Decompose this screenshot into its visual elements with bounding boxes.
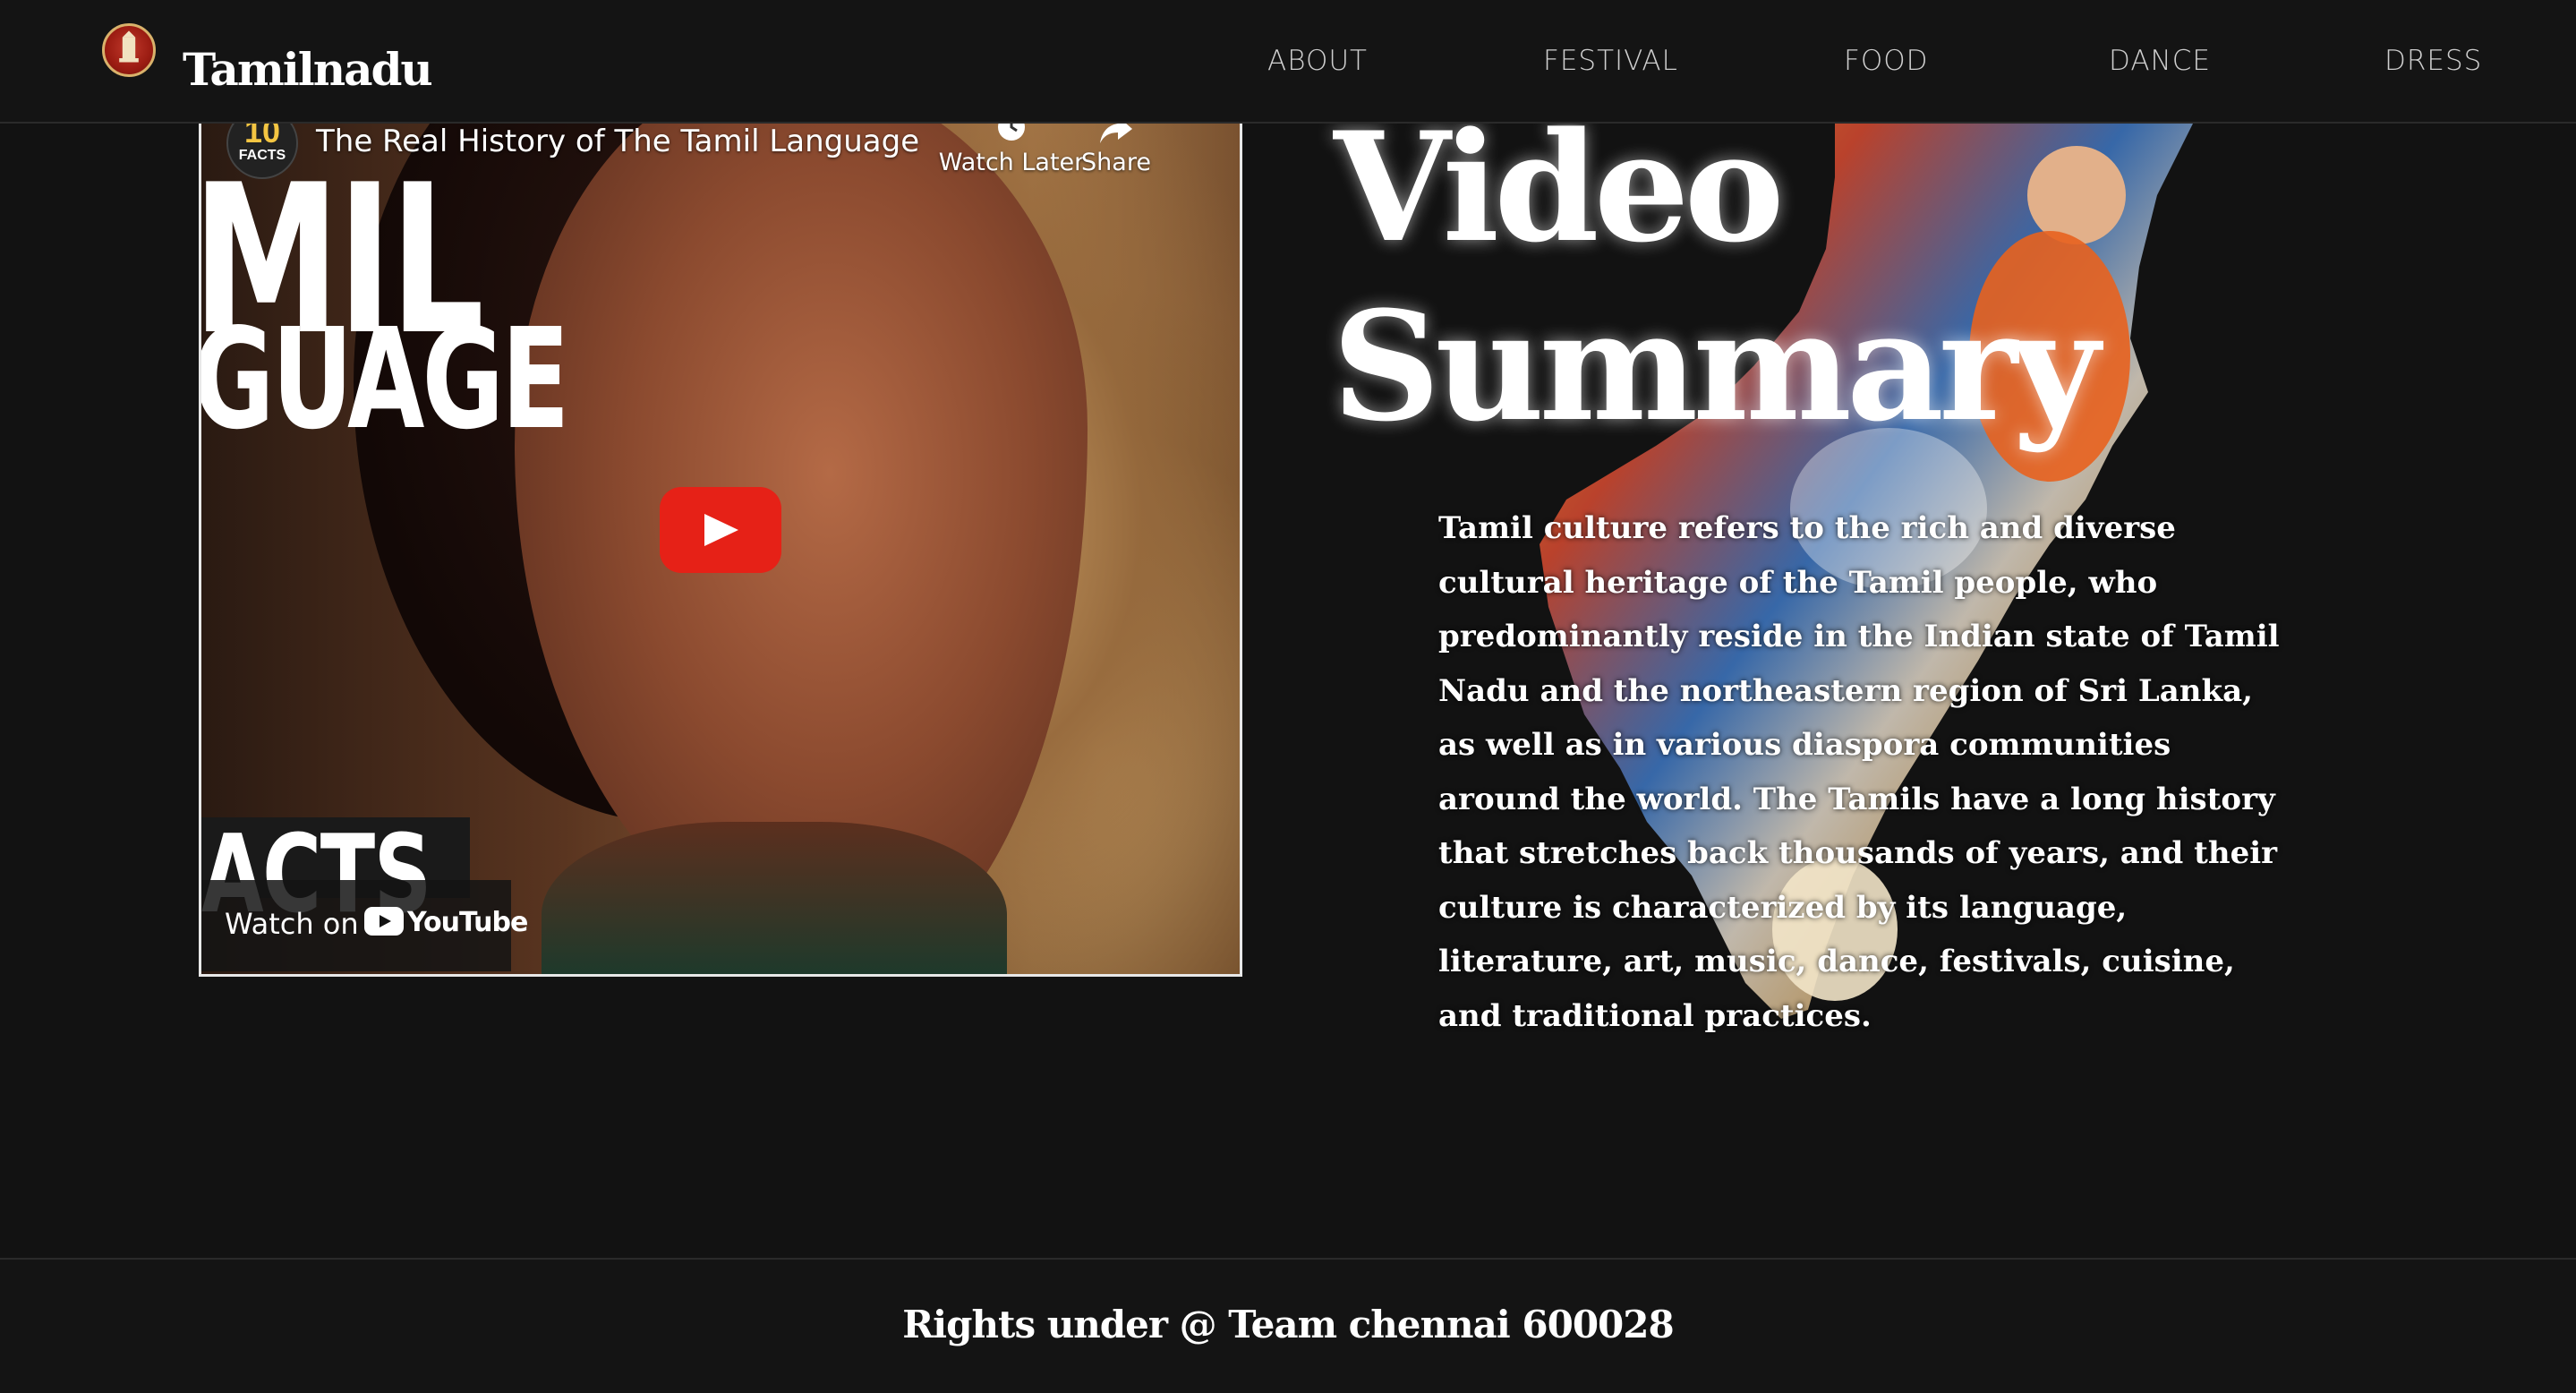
youtube-logo-icon — [364, 907, 404, 936]
footer: Rights under @ Team chennai 600028 — [0, 1258, 2576, 1393]
channel-badge-label: FACTS — [238, 148, 286, 163]
youtube-wordmark: YouTube — [407, 907, 528, 938]
play-button[interactable] — [660, 487, 781, 573]
summary-paragraph: Tamil culture refers to the rich and div… — [1438, 510, 2280, 1034]
share-button[interactable]: Share — [1062, 124, 1170, 176]
nav-link-about[interactable]: ABOUT — [1267, 45, 1368, 77]
site-brand[interactable]: Tamilnadu — [183, 43, 433, 96]
channel-badge-number: 10 — [243, 124, 281, 150]
share-label: Share — [1081, 149, 1151, 176]
nav-link-food[interactable]: FOOD — [1844, 45, 1929, 77]
nav-link-dance[interactable]: DANCE — [2109, 45, 2211, 77]
thumbnail-neck — [542, 822, 1007, 974]
watch-on-label: Watch on — [225, 907, 359, 941]
summary-heading-line2: Summary — [1332, 278, 2100, 455]
thumbnail-text-guage: GUAGE — [199, 298, 569, 460]
emblem-logo-icon[interactable] — [102, 23, 156, 77]
youtube-video-embed[interactable]: MIL GUAGE ACTS 10 FACTS The Real History… — [199, 124, 1242, 977]
video-title[interactable]: The Real History of The Tamil Language — [316, 124, 919, 159]
summary-heading-line1: Video — [1334, 98, 1785, 276]
nav-link-festival[interactable]: FESTIVAL — [1543, 45, 1678, 77]
play-icon — [704, 514, 738, 546]
share-arrow-icon — [1062, 124, 1170, 149]
footer-copyright: Rights under @ Team chennai 600028 — [902, 1303, 1674, 1346]
navbar: Tamilnadu ABOUT FESTIVAL FOOD DANCE DRES… — [0, 0, 2576, 124]
nav-link-dress[interactable]: DRESS — [2384, 45, 2482, 77]
watch-on-youtube-button[interactable]: Watch on YouTube — [201, 880, 528, 971]
